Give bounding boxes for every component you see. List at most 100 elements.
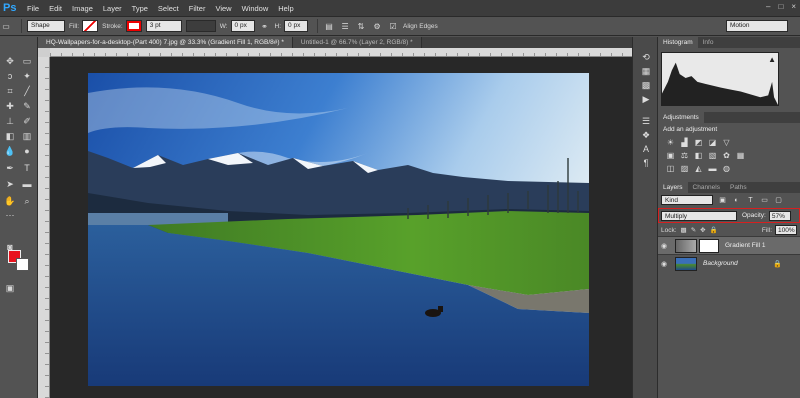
adjustment-filter-icon[interactable]: ◐ — [732, 196, 741, 205]
black-white-icon[interactable]: ◧ — [694, 151, 703, 160]
workspace-select[interactable]: Motion — [726, 20, 788, 32]
lock-position-icon[interactable]: ✥ — [700, 226, 705, 234]
menu-edit[interactable]: Edit — [49, 4, 62, 13]
curves-icon[interactable]: ◩ — [694, 138, 703, 147]
history-brush-icon[interactable]: ✐ — [21, 115, 33, 127]
menu-image[interactable]: Image — [72, 4, 93, 13]
character-panel-icon[interactable]: A — [640, 143, 652, 155]
stroke-size-input[interactable]: 3 pt — [145, 20, 182, 32]
tool-preset-icon[interactable]: ▭ — [0, 20, 12, 32]
menu-help[interactable]: Help — [278, 4, 293, 13]
vibrance-icon[interactable]: ▽ — [722, 138, 731, 147]
healing-brush-icon[interactable]: ✚ — [4, 100, 16, 112]
tab-document-2[interactable]: Untitled-1 @ 66.7% (Layer 2, RGB/8) * — [292, 37, 422, 48]
more-tools-icon[interactable]: ⋯ — [4, 209, 16, 221]
styles-panel-icon[interactable]: ❖ — [640, 129, 652, 141]
rectangle-tool-icon[interactable]: ▬ — [21, 178, 33, 190]
artboard-tool-icon[interactable]: ▭ — [21, 55, 33, 67]
move-tool-icon[interactable]: ✥ — [4, 55, 16, 67]
hand-tool-icon[interactable]: ✋ — [4, 195, 16, 207]
shape-mode-select[interactable]: Shape — [27, 20, 65, 32]
lasso-tool-icon[interactable]: ↄ — [4, 70, 16, 82]
threshold-icon[interactable]: ◭ — [694, 164, 703, 173]
path-operations-icon[interactable]: ▤ — [323, 20, 335, 32]
layer-background[interactable]: ◉ Background 🔒 — [658, 254, 800, 272]
lock-pixels-icon[interactable]: ▩ — [681, 226, 687, 234]
levels-icon[interactable]: ▟ — [680, 138, 689, 147]
menu-type[interactable]: Type — [132, 4, 148, 13]
stroke-swatch[interactable] — [125, 20, 142, 32]
quick-mask-icon[interactable]: ◙ — [4, 241, 16, 253]
menu-select[interactable]: Select — [158, 4, 179, 13]
menu-file[interactable]: File — [27, 4, 39, 13]
color-lookup-icon[interactable]: ▦ — [736, 151, 745, 160]
background-color-swatch[interactable] — [16, 258, 29, 271]
warning-icon[interactable]: ▲ — [768, 55, 776, 64]
menu-filter[interactable]: Filter — [189, 4, 206, 13]
hue-saturation-icon[interactable]: ▣ — [666, 151, 675, 160]
maximize-button[interactable]: □ — [778, 2, 783, 11]
color-balance-icon[interactable]: ⚖ — [680, 151, 689, 160]
layer-gradient-fill[interactable]: ◉ Gradient Fill 1 — [658, 236, 800, 254]
paragraph-panel-icon[interactable]: ¶ — [640, 157, 652, 169]
lock-all-icon[interactable]: 🔒 — [710, 226, 718, 234]
type-filter-icon[interactable]: T — [746, 196, 755, 205]
gear-icon[interactable]: ⚙ — [371, 20, 383, 32]
tab-paths[interactable]: Paths — [725, 182, 752, 193]
tab-info[interactable]: Info — [698, 37, 719, 48]
vertical-ruler[interactable] — [38, 57, 50, 398]
pen-tool-icon[interactable]: ✒ — [4, 162, 16, 174]
path-alignment-icon[interactable]: ☰ — [339, 20, 351, 32]
blur-tool-icon[interactable]: 💧 — [4, 145, 16, 157]
lock-image-icon[interactable]: ✎ — [691, 226, 696, 234]
menu-layer[interactable]: Layer — [103, 4, 122, 13]
kind-filter-select[interactable]: Kind — [661, 195, 713, 205]
tab-document-1[interactable]: HQ-Wallpapers-for-a-desktop-(Part 400) 7… — [38, 37, 293, 48]
close-button[interactable]: × — [791, 2, 796, 11]
invert-icon[interactable]: ◫ — [666, 164, 675, 173]
minimize-button[interactable]: – — [766, 2, 770, 11]
magic-wand-icon[interactable]: ✦ — [21, 70, 33, 82]
stroke-type-select[interactable] — [185, 20, 216, 32]
shape-filter-icon[interactable]: ▭ — [760, 196, 769, 205]
tab-histogram[interactable]: Histogram — [658, 37, 698, 48]
clone-stamp-icon[interactable]: ⊥ — [4, 115, 16, 127]
properties-panel-icon[interactable]: ☰ — [640, 115, 652, 127]
path-arrangement-icon[interactable]: ⇅ — [355, 20, 367, 32]
channel-mixer-icon[interactable]: ✿ — [722, 151, 731, 160]
tab-layers[interactable]: Layers — [658, 182, 688, 193]
gradient-map-icon[interactable]: ▬ — [708, 164, 717, 173]
gradient-tool-icon[interactable]: ▥ — [21, 130, 33, 142]
smart-object-filter-icon[interactable]: ▢ — [774, 196, 783, 205]
screen-mode-icon[interactable]: ▣ — [4, 282, 16, 294]
height-input[interactable]: 0 px — [284, 20, 309, 32]
pixel-filter-icon[interactable]: ▣ — [718, 196, 727, 205]
selective-color-icon[interactable]: ◍ — [722, 164, 731, 173]
opacity-input[interactable]: 57% — [768, 210, 791, 221]
ruler-origin[interactable] — [38, 48, 50, 57]
eyedropper-icon[interactable]: ╱ — [21, 85, 33, 97]
photo-filter-icon[interactable]: ▧ — [708, 151, 717, 160]
brush-presets-icon[interactable]: ▦ — [640, 65, 652, 77]
width-input[interactable]: 0 px — [230, 20, 255, 32]
link-icon[interactable]: ⚭ — [259, 20, 271, 32]
zoom-tool-icon[interactable]: ⌕ — [21, 195, 33, 207]
align-edges-checkbox[interactable]: ☑ — [387, 20, 399, 32]
exposure-icon[interactable]: ◪ — [708, 138, 717, 147]
eye-icon[interactable]: ◉ — [661, 260, 671, 268]
actions-panel-icon[interactable]: ▶ — [640, 93, 652, 105]
history-panel-icon[interactable]: ⟲ — [640, 51, 652, 63]
horizontal-ruler[interactable] — [50, 48, 632, 57]
tab-channels[interactable]: Channels — [688, 182, 725, 193]
swatches-panel-icon[interactable]: ▩ — [640, 79, 652, 91]
fill-input[interactable]: 100% — [775, 225, 797, 235]
fill-swatch[interactable] — [82, 20, 99, 32]
crop-tool-icon[interactable]: ⌗ — [4, 85, 16, 97]
dodge-tool-icon[interactable]: ● — [21, 145, 33, 157]
brush-tool-icon[interactable]: ✎ — [21, 100, 33, 112]
posterize-icon[interactable]: ▨ — [680, 164, 689, 173]
tab-adjustments[interactable]: Adjustments — [658, 112, 704, 123]
menu-view[interactable]: View — [215, 4, 231, 13]
type-tool-icon[interactable]: T — [21, 162, 33, 174]
document-image[interactable] — [88, 73, 589, 386]
